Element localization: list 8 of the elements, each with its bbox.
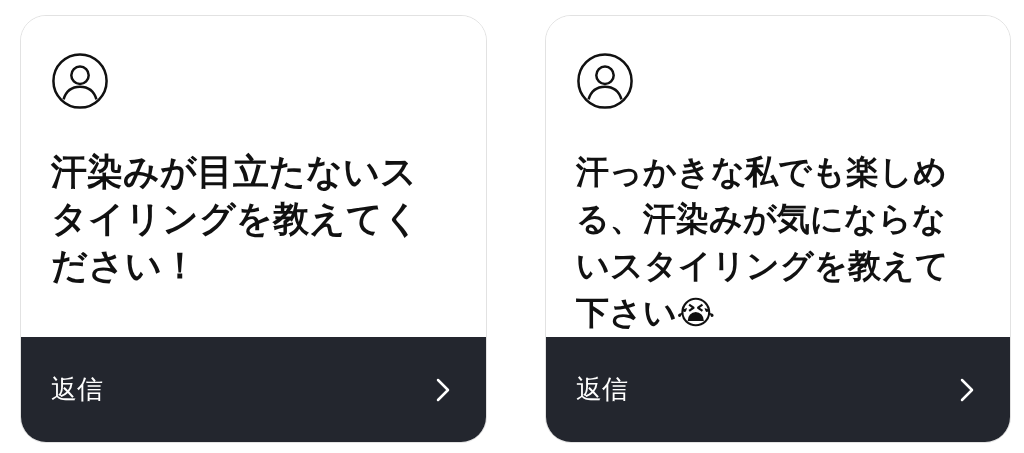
avatar-icon [575,52,634,110]
chevron-icon [435,377,450,402]
avatar-icon [51,52,109,110]
chevron-icon [960,377,974,402]
question-text: 汗染みが目立たないスタイリングを教えてください！ [51,150,421,288]
reply-button[interactable]: 返信 [21,337,486,442]
reply-button[interactable]: 返信 [545,337,1010,442]
question-text: 汗っかきな私でも楽しめる、汗染みが気にならないスタイリングを教えて下さい😭 [575,151,950,334]
